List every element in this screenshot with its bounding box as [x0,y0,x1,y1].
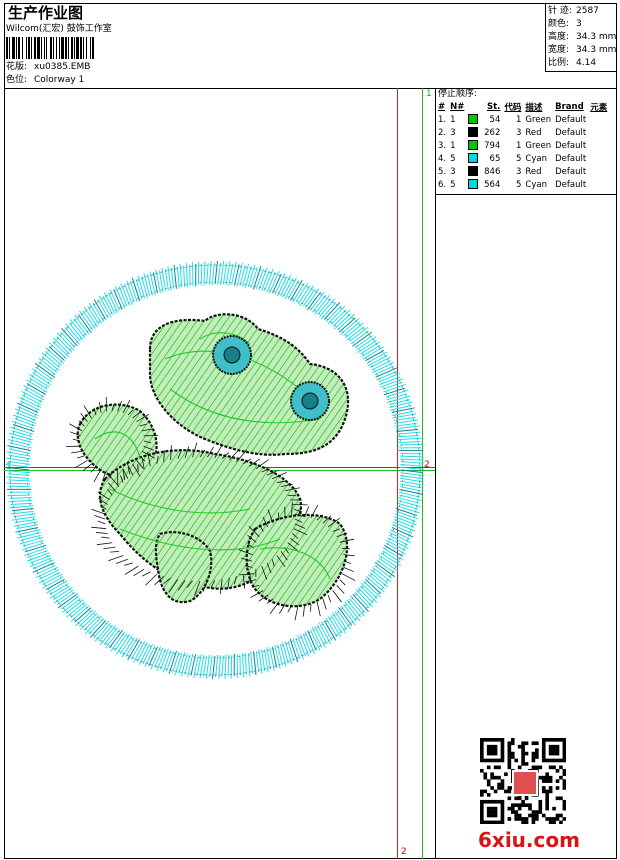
stop-brand: Default [555,140,587,151]
stitch-count: 564 [484,179,501,190]
stop-code: 3 [515,166,522,177]
stop-element [589,113,610,126]
col-header: # [438,101,446,112]
stop-n: 1 [450,114,456,125]
stitch-cell: 846 [467,165,503,178]
stop-row: 2. 3 262 3 Red Default [437,126,610,139]
col-header: Brand [555,101,584,112]
col-header: St. [486,101,501,112]
col-header: 描述 [525,102,543,113]
stop-idx: 5. [438,166,447,177]
stop-code: 5 [515,179,522,190]
stat-value: 3 [576,19,582,29]
stop-desc: Green [525,140,552,151]
stitch-count: 54 [489,114,501,125]
stops-table: # N# St. 代码 描述 Brand 元素 1. 1 54 1 Green Defau… [437,100,610,191]
stop-desc: Cyan [525,153,547,164]
stat-value: 34.3 mm [576,32,617,42]
stop-brand: Default [555,114,587,125]
stop-n: 5 [450,179,456,190]
colorway-label: 色位: [6,75,28,85]
page-title: 生产作业图 [8,4,84,22]
stitch-cell: 564 [467,178,503,191]
stops-header-row: # N# St. 代码 描述 Brand 元素 [437,100,610,113]
stat-label: 高度: [548,32,570,42]
color-swatch [468,179,479,190]
stop-desc: Red [525,127,542,138]
stop-code: 3 [515,127,522,138]
stop-element [589,139,610,152]
barcode [6,37,94,59]
stop-row: 5. 3 846 3 Red Default [437,165,610,178]
color-swatch [468,127,479,138]
stop-idx: 3. [438,140,447,151]
stop-row: 1. 1 54 1 Green Default [437,113,610,126]
stitch-cell: 65 [467,152,503,165]
panel-divider [435,88,436,859]
stitch-count: 65 [489,153,501,164]
design-label: 花版: [6,62,28,72]
stop-desc: Green [525,114,552,125]
stop-brand: Default [555,179,587,190]
colorway-value: Colorway 1 [34,75,85,85]
stop-n: 5 [450,153,456,164]
stitch-cell: 262 [467,126,503,139]
company-name: Wilcom(汇宏) 鼓饰工作室 [6,24,112,34]
stop-row: 3. 1 794 1 Green Default [437,139,610,152]
stop-element [589,152,610,165]
stop-code: 1 [515,140,522,151]
qr-logo [512,770,538,796]
stitch-count: 846 [484,166,501,177]
stop-desc: Cyan [525,179,547,190]
stop-element [589,126,610,139]
panel-table-bottom [435,194,617,195]
stop-n: 3 [450,166,456,177]
design-value: xu0385.EMB [34,62,91,72]
stat-value: 2587 [576,6,599,16]
eye-pupil [223,346,241,364]
stop-brand: Default [555,153,587,164]
stops-title: 停止顺序: [438,89,478,99]
color-swatch [468,140,479,151]
stop-idx: 1. [438,114,447,125]
color-swatch [468,153,479,164]
stat-label: 宽度: [548,45,570,55]
stop-desc: Red [525,166,542,177]
stop-idx: 2. [438,127,447,138]
stop-n: 1 [450,140,456,151]
stitch-count: 262 [484,127,501,138]
stitch-cell: 794 [467,139,503,152]
stop-idx: 4. [438,153,447,164]
stop-brand: Default [555,127,587,138]
stop-code: 5 [515,153,522,164]
stop-element [589,178,610,191]
stat-value: 34.3 mm [576,45,617,55]
stop-n: 3 [450,127,456,138]
col-header: N# [450,101,465,112]
stop-idx: 6. [438,179,447,190]
stop-row: 6. 5 564 5 Cyan Default [437,178,610,191]
stat-value: 4.14 [576,58,597,68]
stat-label: 针 迹: [548,6,572,16]
stitch-count: 794 [484,140,501,151]
stop-code: 1 [515,114,522,125]
stat-label: 颜色: [548,19,570,29]
stop-element [589,165,610,178]
eye-pupil [301,392,319,410]
stats-bottom [545,71,617,72]
stat-label: 比例: [548,58,570,68]
color-swatch [468,114,479,125]
stop-brand: Default [555,166,587,177]
stitch-cell: 54 [467,113,503,126]
watermark: 6xiu.com [478,828,580,852]
col-header: 代码 [504,102,522,113]
stop-row: 4. 5 65 5 Cyan Default [437,152,610,165]
embroidery-artwork [5,260,425,680]
color-swatch [468,166,479,177]
col-header: 元素 [590,102,608,113]
stats-divider [545,3,546,71]
